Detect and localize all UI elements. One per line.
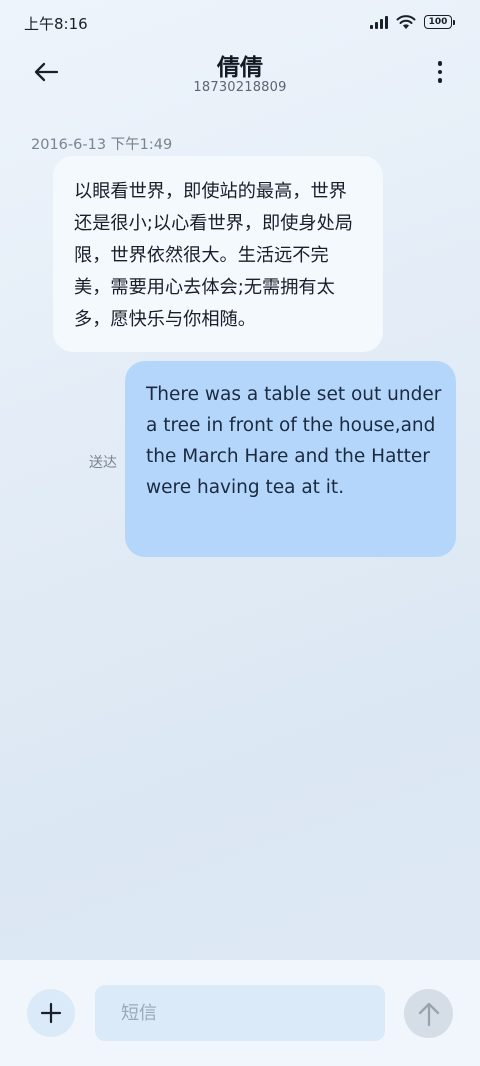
message-input[interactable] (95, 985, 385, 1041)
signal-icon (370, 15, 388, 29)
arrow-up-icon (418, 1002, 439, 1026)
battery-level: 100 (428, 17, 448, 27)
more-options-button[interactable] (430, 56, 450, 88)
delivery-status: 送达 (89, 455, 117, 471)
send-button[interactable] (404, 989, 453, 1038)
incoming-message-bubble[interactable]: 以眼看世界，即使站的最高，世界还是很小;以心看世界，即使身处局限，世界依然很大。… (53, 156, 383, 352)
conversation-header: 倩倩 18730218809 (0, 44, 480, 104)
status-bar: 上午8:16 100 (0, 0, 480, 44)
plus-icon (40, 1002, 62, 1024)
contact-name: 倩倩 (217, 55, 263, 81)
contact-number: 18730218809 (193, 80, 287, 95)
add-attachment-button[interactable] (27, 989, 75, 1037)
more-vertical-icon (437, 61, 443, 66)
battery-icon: 100 (424, 15, 455, 29)
wifi-icon (396, 15, 416, 29)
outgoing-message-bubble[interactable]: There was a table set out under a tree i… (125, 361, 456, 557)
message-timestamp: 2016-6-13 下午1:49 (31, 137, 173, 153)
composer-bar (0, 960, 480, 1066)
status-time: 上午8:16 (24, 15, 88, 33)
status-icons: 100 (370, 14, 455, 30)
